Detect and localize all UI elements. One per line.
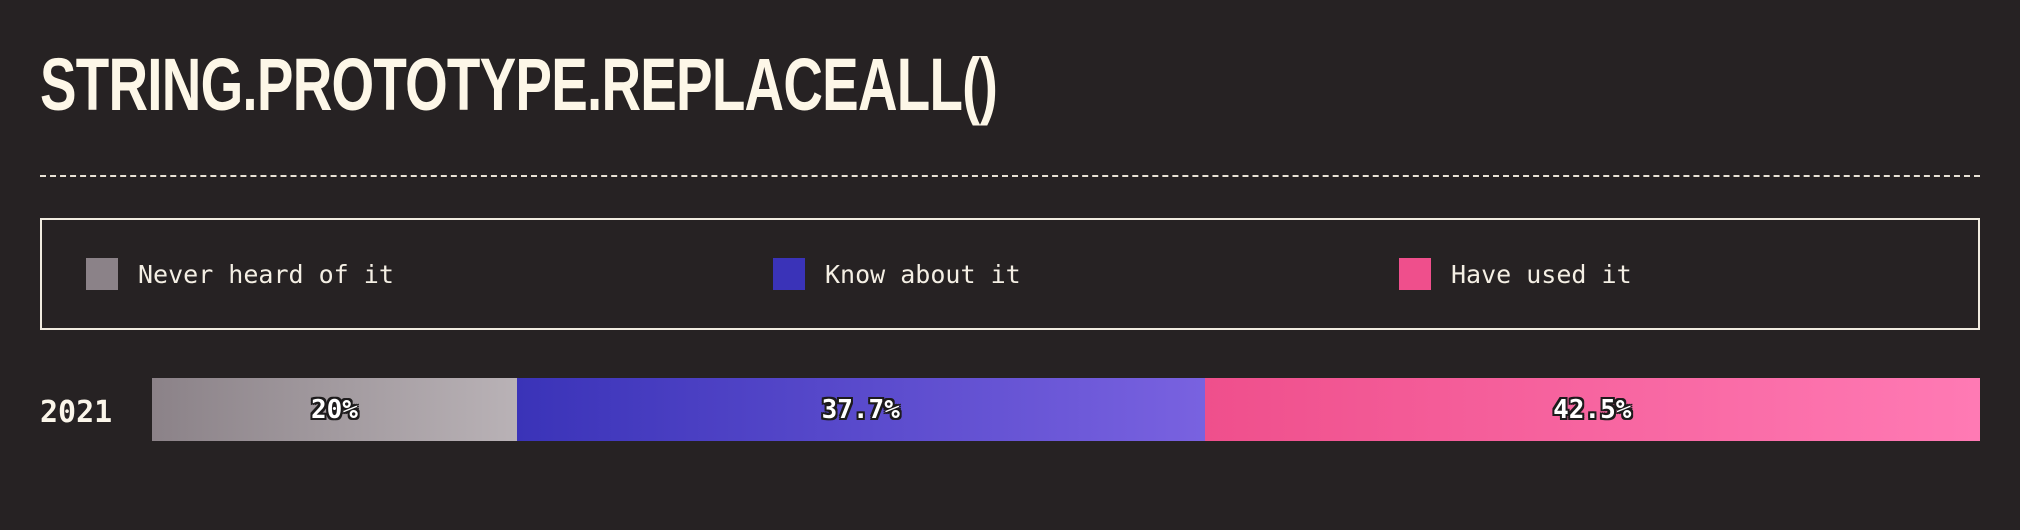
stacked-bar: 20% 37.7% 42.5% [152, 378, 1980, 441]
legend-item-know-about[interactable]: Know about it [773, 220, 1021, 328]
chart-title: STRING.PROTOTYPE.REPLACEALL() [40, 43, 998, 126]
legend-swatch-have-used [1399, 258, 1431, 290]
bar-value-label-know-about-it: 37.7% [821, 394, 900, 425]
legend-swatch-never-heard [86, 258, 118, 290]
bar-value-label-never-heard-of-it: 20% [310, 394, 358, 425]
bar-segment-know-about-it[interactable]: 37.7% [516, 378, 1205, 441]
legend-item-have-used[interactable]: Have used it [1399, 220, 1632, 328]
bar-segment-never-heard-of-it[interactable]: 20% [152, 378, 517, 441]
legend-label-have-used: Have used it [1451, 259, 1632, 289]
dashed-divider [40, 175, 1980, 177]
legend-swatch-know-about [773, 258, 805, 290]
row-label-year: 2021 [40, 394, 113, 430]
legend-label-know-about: Know about it [825, 259, 1021, 289]
chart-legend: Never heard of it Know about it Have use… [40, 218, 1980, 330]
legend-label-never-heard: Never heard of it [138, 259, 394, 289]
bar-value-label-have-used-it: 42.5% [1553, 394, 1632, 425]
legend-item-never-heard[interactable]: Never heard of it [86, 220, 394, 328]
bar-segment-have-used-it[interactable]: 42.5% [1204, 378, 1980, 441]
